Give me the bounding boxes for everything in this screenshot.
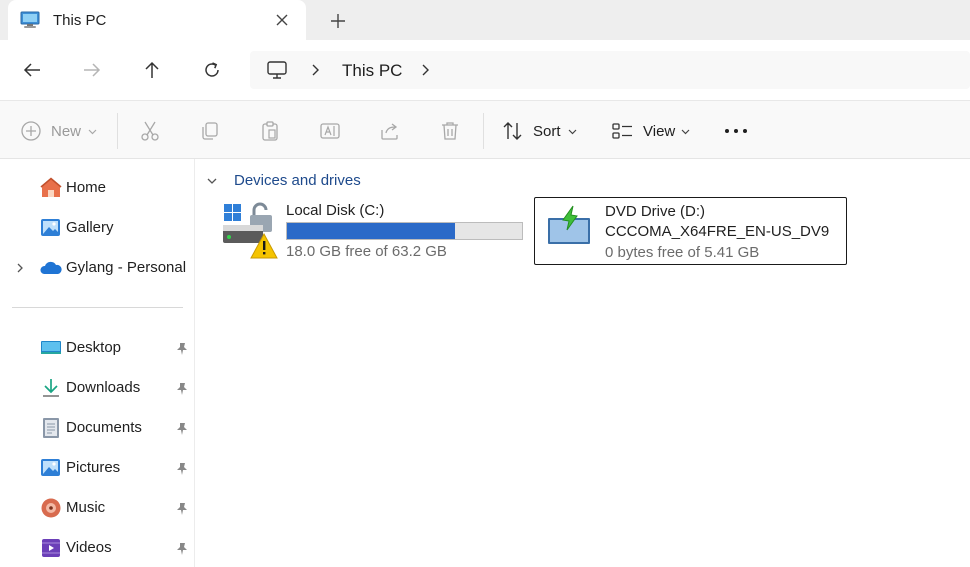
tab-title: This PC <box>53 12 107 29</box>
sidebar-item-label: Videos <box>66 539 112 556</box>
sort-arrows-icon <box>503 122 522 140</box>
computer-icon <box>20 11 40 28</box>
sidebar-item-label: Pictures <box>66 459 121 476</box>
sidebar-item-label: Desktop <box>66 339 122 356</box>
sidebar-item-home[interactable]: Home <box>0 170 195 204</box>
sidebar-item-onedrive-personal[interactable]: Gylang - Personal <box>0 250 195 284</box>
new-label: New <box>51 123 82 140</box>
sidebar-divider <box>12 307 183 308</box>
back-arrow-icon[interactable] <box>20 58 44 82</box>
downloads-folder-icon <box>43 379 59 397</box>
home-icon <box>40 177 62 197</box>
chevron-right-icon[interactable] <box>418 62 432 78</box>
pin-icon[interactable] <box>175 382 189 396</box>
pin-icon[interactable] <box>175 462 189 476</box>
more-options-icon[interactable] <box>724 120 748 142</box>
capacity-bar <box>286 222 523 240</box>
new-button[interactable]: New <box>20 120 100 142</box>
close-tab-icon[interactable] <box>272 10 292 30</box>
sidebar-item-label: Gylang - Personal <box>66 259 187 276</box>
delete-icon[interactable] <box>439 120 461 142</box>
drive-dvd-d[interactable]: DVD Drive (D:) CCCOMA_X64FRE_EN-US_DV9 0… <box>534 197 847 265</box>
command-bar: New Sort View <box>0 100 970 159</box>
plus-circle-icon <box>21 121 41 141</box>
toolbar-separator <box>117 113 118 149</box>
drive-free-space: 18.0 GB free of 63.2 GB <box>286 243 447 260</box>
sidebar-item-desktop[interactable]: Desktop <box>0 330 195 364</box>
sidebar-item-label: Documents <box>66 419 142 436</box>
copy-icon[interactable] <box>199 120 221 142</box>
sidebar-item-label: Home <box>66 179 107 196</box>
sort-button[interactable]: Sort <box>502 120 582 142</box>
documents-folder-icon <box>43 418 59 438</box>
sort-label: Sort <box>533 123 561 140</box>
pin-icon[interactable] <box>175 422 189 436</box>
toolbar-separator <box>483 113 484 149</box>
sidebar-item-gallery[interactable]: Gallery <box>0 210 195 244</box>
cut-icon[interactable] <box>139 120 161 142</box>
sidebar-item-music[interactable]: Music <box>0 490 195 524</box>
gallery-icon <box>41 219 60 236</box>
sidebar-item-label: Gallery <box>66 219 114 236</box>
breadcrumb-this-pc[interactable]: This PC <box>342 61 402 81</box>
tab-this-pc[interactable]: This PC <box>8 0 306 40</box>
chevron-right-icon[interactable] <box>15 262 25 274</box>
pin-icon[interactable] <box>175 342 189 356</box>
drive-volume-label: CCCOMA_X64FRE_EN-US_DV9 <box>605 223 830 240</box>
sidebar-item-label: Music <box>66 499 106 516</box>
view-button[interactable]: View <box>612 120 697 142</box>
drive-name: DVD Drive (D:) <box>605 203 705 220</box>
onedrive-icon <box>40 261 62 274</box>
chevron-down-icon <box>88 129 97 135</box>
capacity-bar-fill <box>287 223 456 239</box>
local-disk-bitlocker-warning-icon <box>223 202 278 259</box>
videos-folder-icon <box>42 539 60 557</box>
new-tab-icon[interactable] <box>327 10 349 32</box>
sidebar-item-pictures[interactable]: Pictures <box>0 450 195 484</box>
drive-local-disk-c[interactable]: Local Disk (C:) 18.0 GB free of 63.2 GB <box>222 199 532 267</box>
chevron-down-icon[interactable] <box>206 176 218 186</box>
pin-icon[interactable] <box>175 542 189 556</box>
up-arrow-icon[interactable] <box>140 58 164 82</box>
rename-icon[interactable] <box>319 120 341 142</box>
drive-name: Local Disk (C:) <box>286 202 385 219</box>
chevron-right-icon[interactable] <box>308 62 322 78</box>
dvd-drive-icon <box>548 205 590 244</box>
computer-outline-icon <box>267 61 287 79</box>
chevron-down-icon <box>681 129 690 135</box>
chevron-down-icon <box>568 129 577 135</box>
view-label: View <box>643 123 676 140</box>
paste-icon[interactable] <box>259 120 281 142</box>
forward-arrow-icon[interactable] <box>80 58 104 82</box>
drive-free-space: 0 bytes free of 5.41 GB <box>605 244 760 261</box>
sidebar-item-documents[interactable]: Documents <box>0 410 195 444</box>
navigation-bar: This PC <box>0 40 970 100</box>
refresh-icon[interactable] <box>200 58 224 82</box>
address-bar[interactable]: This PC <box>250 51 970 89</box>
content-pane: Devices and drives Local Disk (C:) 18.0 … <box>196 159 970 567</box>
sidebar-item-downloads[interactable]: Downloads <box>0 370 195 404</box>
sidebar-item-label: Downloads <box>66 379 141 396</box>
desktop-folder-icon <box>41 341 61 354</box>
pictures-folder-icon <box>41 459 60 476</box>
group-title: Devices and drives <box>234 172 361 189</box>
tab-bar: This PC <box>0 0 970 40</box>
view-list-icon <box>612 123 632 139</box>
navigation-pane: Home Gallery Gylang - Personal Desktop D… <box>0 159 195 567</box>
sidebar-item-videos[interactable]: Videos <box>0 530 195 564</box>
pin-icon[interactable] <box>175 502 189 516</box>
share-icon[interactable] <box>379 120 401 142</box>
music-folder-icon <box>41 498 61 518</box>
